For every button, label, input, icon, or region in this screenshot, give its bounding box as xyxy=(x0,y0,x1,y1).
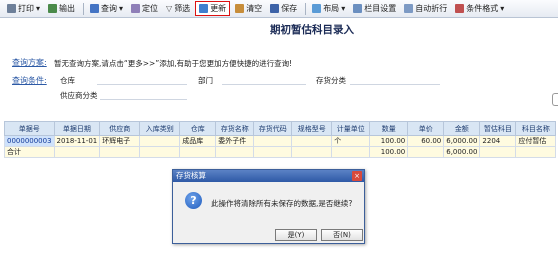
table-cell[interactable]: 成品库 xyxy=(179,135,217,147)
inventory-class-label: 存货分类 xyxy=(316,76,346,85)
column-header[interactable]: 存货代码 xyxy=(253,121,293,136)
toolbar: 打印 ▾ 输出 查询 ▾ 定位 ▽ 筛选 更新 清空 保存 布局 ▾ 栏目设置 自动折行… xyxy=(0,0,558,18)
export-icon xyxy=(48,4,58,13)
total-amount: 6,000.00 xyxy=(443,146,481,158)
query-panel: 查询方案: 暂无查询方案,请点击“更多>>”添加,有助于您更加方便快捷的进行查询… xyxy=(0,45,558,107)
warehouse-field[interactable] xyxy=(97,75,187,85)
chevron-down-icon: ▾ xyxy=(341,4,346,13)
filter-button[interactable]: ▽ 筛选 xyxy=(163,1,193,16)
warehouse-label: 仓库 xyxy=(60,76,75,85)
table-cell[interactable]: 2204 xyxy=(479,135,517,147)
clear-button[interactable]: 清空 xyxy=(232,1,265,16)
locate-icon xyxy=(131,4,141,13)
yes-button[interactable]: 是(Y) xyxy=(275,229,317,241)
table-row[interactable]: 0000000003 2018-11-01 环辉电子 成品库 委外子件 个 10… xyxy=(4,135,557,147)
column-header[interactable]: 单据日期 xyxy=(53,121,101,136)
total-label: 合计 xyxy=(4,146,55,158)
eraser-icon xyxy=(235,4,245,13)
column-header[interactable]: 金额 xyxy=(443,121,481,136)
column-settings-button[interactable]: 栏目设置 xyxy=(350,1,399,16)
table-cell[interactable]: 应付暂估 xyxy=(515,135,557,147)
save-button[interactable]: 保存 xyxy=(267,1,300,16)
column-header[interactable]: 计量单位 xyxy=(331,121,371,136)
more-button[interactable] xyxy=(552,93,558,106)
table-cell[interactable]: 60.00 xyxy=(407,135,445,147)
supplier-class-label: 供应商分类 xyxy=(60,91,98,100)
department-field[interactable] xyxy=(222,75,306,85)
supplier-class-field[interactable] xyxy=(100,90,187,100)
table-cell[interactable]: 环辉电子 xyxy=(99,135,141,147)
table-cell[interactable]: 个 xyxy=(331,135,371,147)
column-header[interactable]: 数量 xyxy=(369,121,409,136)
table-cell[interactable] xyxy=(139,135,181,147)
dialog-title: 存货核算 xyxy=(176,171,206,180)
chevron-down-icon: ▾ xyxy=(500,4,505,13)
total-row: 合计 100.00 6,000.00 xyxy=(4,146,557,158)
column-header[interactable]: 仓库 xyxy=(179,121,217,136)
layout-button[interactable]: 布局 ▾ xyxy=(309,1,348,16)
table-cell[interactable]: 6,000.00 xyxy=(443,135,481,147)
column-header[interactable]: 存货名称 xyxy=(215,121,255,136)
refresh-icon xyxy=(199,4,209,13)
close-icon[interactable]: × xyxy=(352,171,362,181)
table-cell[interactable]: 100.00 xyxy=(369,135,409,147)
page-title: 期初暂估科目录入 xyxy=(270,24,354,36)
table-cell[interactable] xyxy=(253,135,293,147)
data-table: 单据号 单据日期 供应商 入库类别 仓库 存货名称 存货代码 规格型号 计量单位… xyxy=(4,121,557,158)
table-cell[interactable]: 委外子件 xyxy=(215,135,255,147)
columns-icon xyxy=(353,4,363,13)
table-cell[interactable]: 2018-11-01 xyxy=(53,135,101,147)
print-button[interactable]: 打印 ▾ xyxy=(4,1,43,16)
no-button[interactable]: 否(N) xyxy=(321,229,363,241)
search-icon xyxy=(90,4,100,13)
dialog-title-bar: 存货核算 × xyxy=(173,170,364,182)
layout-icon xyxy=(312,4,322,13)
column-header[interactable]: 暂估科目 xyxy=(479,121,517,136)
column-header[interactable]: 科目名称 xyxy=(515,121,557,136)
query-scheme-hint: 暂无查询方案,请点击“更多>>”添加,有助于您更加方便快捷的进行查询! xyxy=(54,59,293,68)
toolbar-divider xyxy=(83,2,85,15)
query-button[interactable]: 查询 ▾ xyxy=(87,1,126,16)
column-header[interactable]: 单据号 xyxy=(4,121,55,136)
column-header[interactable]: 供应商 xyxy=(99,121,141,136)
refresh-button[interactable]: 更新 xyxy=(195,1,231,16)
confirm-dialog: 存货核算 × ? 此操作将清除所有未保存的数据,是否继续? 是(Y) 否(N) xyxy=(172,169,365,244)
inventory-class-field[interactable] xyxy=(350,75,440,85)
column-header[interactable]: 入库类别 xyxy=(139,121,181,136)
department-label: 部门 xyxy=(198,76,213,85)
format-icon xyxy=(455,4,465,13)
column-header[interactable]: 单价 xyxy=(407,121,445,136)
wrap-icon xyxy=(404,4,414,13)
title-bar: 期初暂估科目录入 xyxy=(0,19,558,39)
table-cell[interactable] xyxy=(291,135,333,147)
filter-icon: ▽ xyxy=(166,4,173,13)
query-condition-label: 查询条件: xyxy=(12,76,47,85)
question-icon: ? xyxy=(185,192,202,209)
output-button[interactable]: 输出 xyxy=(45,1,78,16)
total-quantity: 100.00 xyxy=(369,146,409,158)
printer-icon xyxy=(7,4,16,13)
chevron-down-icon: ▾ xyxy=(36,4,41,13)
table-cell[interactable]: 0000000003 xyxy=(4,135,55,147)
auto-wrap-button[interactable]: 自动折行 xyxy=(401,1,450,16)
dialog-message: 此操作将清除所有未保存的数据,是否继续? xyxy=(211,199,353,208)
chevron-down-icon: ▾ xyxy=(119,4,124,13)
floppy-icon xyxy=(270,4,280,13)
column-header[interactable]: 规格型号 xyxy=(291,121,333,136)
condition-format-button[interactable]: 条件格式 ▾ xyxy=(452,1,507,16)
query-scheme-label: 查询方案: xyxy=(12,58,47,67)
locate-button[interactable]: 定位 xyxy=(128,1,161,16)
toolbar-divider xyxy=(305,2,307,15)
table-header-row: 单据号 单据日期 供应商 入库类别 仓库 存货名称 存货代码 规格型号 计量单位… xyxy=(4,121,557,136)
